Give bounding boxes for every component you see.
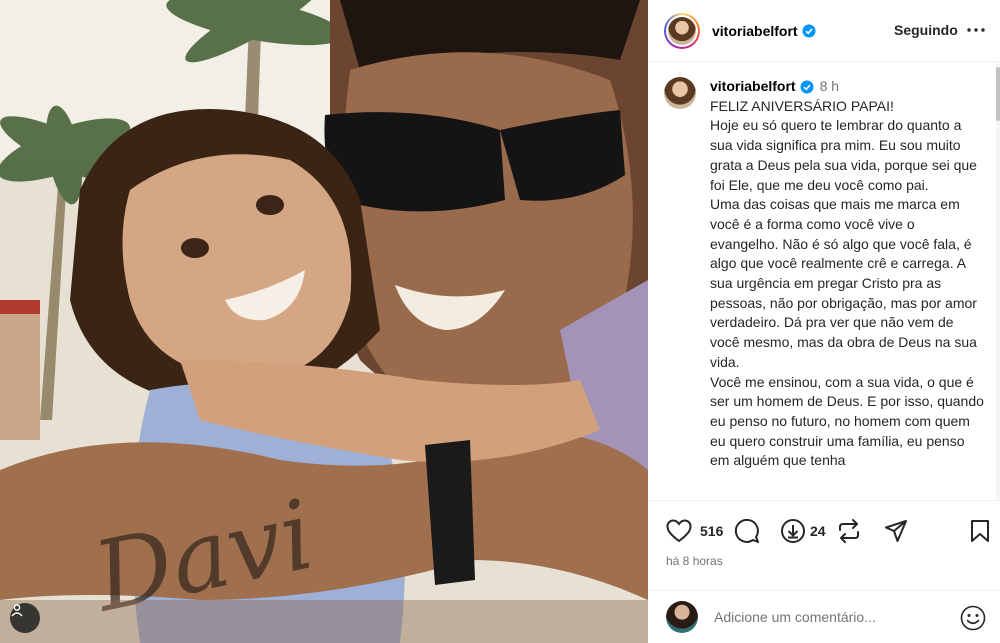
repost-arrows-icon <box>839 519 859 543</box>
photo-illustration: Davi <box>0 0 648 643</box>
caption-time[interactable]: 8 h <box>820 77 839 97</box>
post-details-panel: vitoriabelfort Seguindo vitoriabelfort 8… <box>648 0 1000 643</box>
verified-badge-icon <box>800 80 814 94</box>
user-tag-icon <box>11 604 23 617</box>
post-timestamp[interactable]: há 8 horas <box>666 554 723 568</box>
caption-username[interactable]: vitoriabelfort <box>710 77 796 97</box>
comment-composer <box>648 590 1000 643</box>
caption-text: FELIZ ANIVERSÁRIO PAPAI! Hoje eu só quer… <box>710 97 984 469</box>
share-button[interactable] <box>836 517 862 545</box>
current-user-avatar <box>666 601 698 633</box>
more-options-icon[interactable] <box>964 18 988 42</box>
comment-input[interactable] <box>714 609 934 625</box>
comment-button[interactable] <box>734 517 760 545</box>
post-photo: Davi <box>0 0 648 643</box>
tagged-users-button[interactable] <box>10 603 40 633</box>
following-button[interactable]: Seguindo <box>894 22 958 38</box>
like-button[interactable]: 516 <box>666 517 723 545</box>
save-button[interactable] <box>970 517 990 545</box>
verified-badge-icon <box>802 24 816 38</box>
caption-avatar[interactable] <box>664 77 696 109</box>
send-button[interactable] <box>884 517 908 545</box>
repost-count[interactable]: 24 <box>810 523 826 539</box>
author-avatar[interactable] <box>664 12 700 49</box>
paper-plane-icon <box>885 520 907 542</box>
author-username[interactable]: vitoriabelfort <box>712 23 798 39</box>
caption: vitoriabelfort 8 h FELIZ ANIVERSÁRIO PAP… <box>664 77 984 471</box>
caption-scrollbar[interactable] <box>996 63 1000 500</box>
repost-button[interactable]: 24 <box>780 517 826 545</box>
caption-scroll-area[interactable]: vitoriabelfort 8 h FELIZ ANIVERSÁRIO PAP… <box>648 63 1000 500</box>
heart-icon <box>666 519 692 543</box>
action-bar: 516 24 há 8 horas <box>648 500 1000 590</box>
comment-icon <box>734 518 759 543</box>
smiley-icon[interactable] <box>960 605 986 631</box>
post-header: vitoriabelfort Seguindo <box>648 0 1000 62</box>
like-count[interactable]: 516 <box>700 523 723 539</box>
download-circle-icon <box>781 519 805 543</box>
bookmark-icon <box>971 520 989 542</box>
